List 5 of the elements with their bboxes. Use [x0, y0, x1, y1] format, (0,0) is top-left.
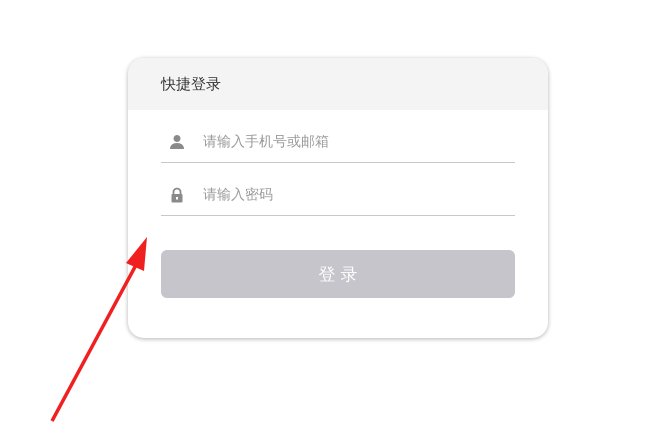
- lock-icon: [169, 187, 185, 203]
- input-field[interactable]: 请输入密码: [201, 186, 515, 204]
- card-title: 快捷登录: [161, 74, 221, 94]
- person-icon: [169, 134, 185, 150]
- input-field[interactable]: 请输入手机号或邮箱: [201, 133, 515, 151]
